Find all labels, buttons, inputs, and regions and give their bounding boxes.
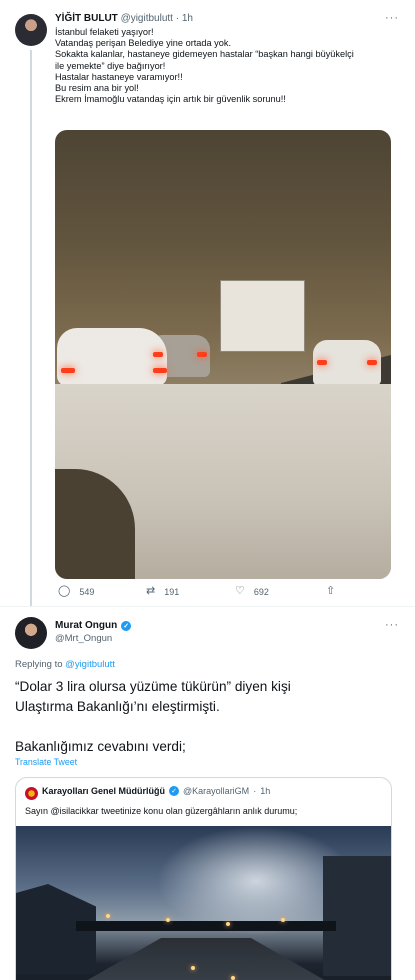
quoted-tweet-media-image[interactable]: [16, 826, 391, 980]
tail-light: [61, 368, 75, 373]
car: [57, 328, 167, 386]
tweet-text: “Dolar 3 lira olursa yüzüme tükürün” diy…: [15, 677, 395, 757]
more-options-icon[interactable]: ···: [385, 12, 399, 24]
share-button[interactable]: ⇧: [326, 586, 335, 597]
tweet-line: ile yemekte” diye bağırıyor!: [55, 60, 166, 71]
tweet-line: Bakanlığımız cevabını verdi;: [15, 739, 186, 754]
tweet-line: [15, 717, 395, 737]
quoted-author-handle: @KarayollariGM: [183, 786, 250, 796]
tail-light: [153, 352, 163, 357]
quoted-tweet[interactable]: Karayolları Genel Müdürlüğü ✓ @Karayolla…: [15, 777, 392, 980]
tail-light: [317, 360, 327, 365]
retweet-button[interactable]: ⇄ 191: [146, 586, 179, 597]
street-lamp: [281, 918, 285, 922]
author-name-row: Murat Ongun ✓: [55, 620, 132, 631]
retweet-icon: ⇄: [146, 585, 156, 597]
tweet-actions: ◯ 549 ⇄ 191 ♡ 692 ⇧: [0, 586, 415, 602]
author-avatar[interactable]: [15, 14, 47, 46]
highway: [56, 938, 356, 980]
retweet-count: 191: [164, 586, 180, 597]
author-handle[interactable]: @Mrt_Ongun: [55, 633, 112, 644]
more-options-icon[interactable]: ···: [385, 619, 399, 631]
reply-count: 549: [79, 586, 95, 597]
author-avatar[interactable]: [15, 617, 47, 649]
car-light: [191, 966, 195, 970]
tail-light: [367, 360, 377, 365]
tweet-text: İstanbul felaketi yaşıyor! Vatandaş peri…: [55, 27, 400, 105]
car-light: [231, 976, 235, 980]
tweet-line: Ulaştırma Bakanlığı’nı eleştirmişti.: [15, 699, 220, 714]
street-lamp: [226, 922, 230, 926]
verified-badge-icon: ✓: [169, 786, 180, 796]
quoted-tweet-time: 1h: [260, 786, 271, 796]
translate-tweet-link[interactable]: Translate Tweet: [15, 757, 77, 767]
building: [323, 856, 391, 976]
author-handle[interactable]: @yigitbulutt: [121, 13, 173, 24]
reply-icon: ◯: [58, 585, 71, 597]
street-lamp: [166, 918, 170, 922]
street-lamp: [106, 914, 110, 918]
author-name[interactable]: Murat Ongun: [55, 620, 117, 631]
quoted-author-name: Karayolları Genel Müdürlüğü: [42, 786, 166, 796]
tweet-line: Vatandaş perişan Belediye yine ortada yo…: [55, 38, 232, 49]
reply-button[interactable]: ◯ 549: [58, 586, 94, 597]
tail-light: [197, 352, 207, 357]
truck: [220, 280, 305, 352]
replying-to: Replying to @yigitbulutt: [15, 659, 115, 670]
like-count: 692: [253, 586, 269, 597]
tweet-line: Ekrem İmamoğlu vatandaş için artık bir g…: [55, 94, 286, 105]
quoted-author-avatar: [25, 787, 38, 800]
tweet-media-image[interactable]: [55, 130, 391, 579]
tweet-line: “Dolar 3 lira olursa yüzüme tükürün” diy…: [15, 679, 291, 694]
quoted-tweet-text: Sayın @isilacikkar tweetinize konu olan …: [25, 806, 298, 816]
tweet-line: İstanbul felaketi yaşıyor!: [55, 27, 154, 37]
quoted-tweet-header: Karayolları Genel Müdürlüğü ✓ @Karayolla…: [42, 786, 271, 796]
thread-line: [30, 50, 32, 606]
tweet-time[interactable]: 1h: [182, 13, 193, 24]
tweet-line: Bu resim ana bir yol!: [55, 83, 139, 94]
heart-icon: ♡: [235, 585, 245, 597]
share-icon: ⇧: [326, 585, 336, 597]
bridge: [76, 921, 336, 931]
replying-to-link[interactable]: @yigitbulutt: [65, 659, 115, 670]
author-name[interactable]: YİĞİT BULUT: [55, 13, 118, 24]
tweet-header: YİĞİT BULUT @yigitbulutt · 1h: [55, 13, 193, 24]
verified-badge-icon: ✓: [121, 620, 132, 631]
like-button[interactable]: ♡ 692: [235, 586, 269, 597]
tweet-yigit-bulut[interactable]: YİĞİT BULUT @yigitbulutt · 1h ··· İstanb…: [0, 0, 415, 606]
tweet-line: Sokakta kalanlar, hastaneye gidemeyen ha…: [55, 49, 354, 60]
tail-light: [153, 368, 167, 373]
tweet-murat-ongun[interactable]: Murat Ongun ✓ @Mrt_Ongun ··· Replying to…: [0, 606, 415, 980]
tweet-line: Hastalar hastaneye varamıyor!!: [55, 71, 183, 82]
